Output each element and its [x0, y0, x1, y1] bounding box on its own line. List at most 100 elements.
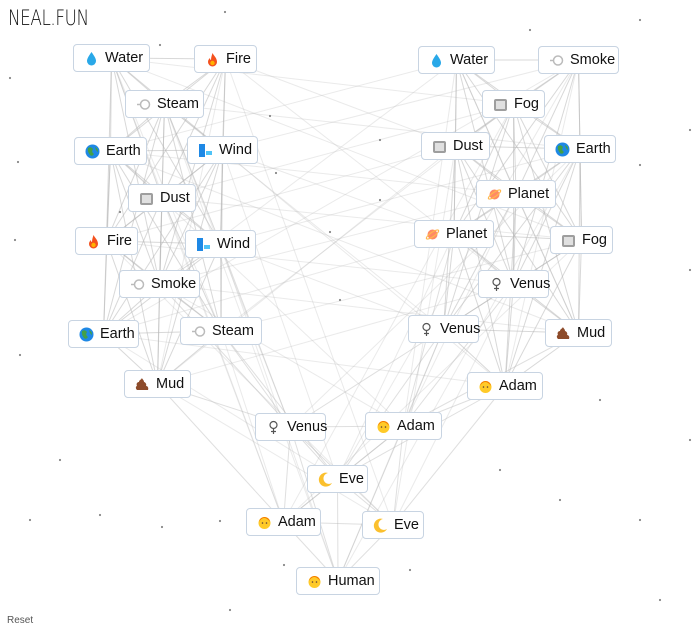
element-fire[interactable]: Fire	[75, 227, 138, 255]
element-smoke[interactable]: Smoke	[538, 46, 619, 74]
person-face-icon	[308, 575, 321, 588]
venus-symbol-icon	[269, 420, 278, 434]
element-adam[interactable]: Adam	[467, 372, 543, 400]
element-label: Water	[105, 50, 144, 66]
element-adam[interactable]: Adam	[365, 412, 442, 440]
element-dust[interactable]: Dust	[128, 184, 196, 212]
element-dust[interactable]: Dust	[421, 132, 490, 160]
element-label: Fire	[226, 51, 251, 67]
connection-line	[225, 58, 514, 285]
element-label: Mud	[156, 376, 185, 392]
water-drop-icon	[432, 53, 441, 67]
element-venus[interactable]: Venus	[255, 413, 328, 441]
element-mud[interactable]: Mud	[124, 370, 191, 398]
element-label: Fog	[514, 96, 539, 112]
crescent-moon-icon	[318, 472, 332, 487]
person-face-icon	[479, 380, 492, 393]
element-label: Adam	[278, 514, 316, 530]
element-label: Adam	[499, 378, 537, 394]
star-dot	[528, 28, 532, 32]
mud-icon	[556, 326, 570, 339]
dust-icon	[562, 234, 575, 247]
element-label: Earth	[576, 141, 611, 157]
element-label: Venus	[510, 276, 551, 292]
element-label: Eve	[339, 471, 364, 487]
mud-icon	[135, 377, 149, 390]
venus-symbol-icon	[422, 322, 431, 336]
element-adam[interactable]: Adam	[246, 508, 321, 536]
neal-fun-logo[interactable]: NEAL.FUN	[8, 6, 89, 30]
element-mud[interactable]: Mud	[545, 319, 612, 347]
water-drop-icon	[87, 51, 96, 65]
star-dot	[218, 519, 222, 523]
star-dot	[98, 513, 102, 517]
connection-line	[337, 478, 339, 582]
element-label: Adam	[397, 418, 435, 434]
element-label: Fog	[582, 232, 607, 248]
element-label: Venus	[287, 419, 328, 435]
planet-icon	[425, 228, 440, 240]
star-dot	[282, 563, 286, 567]
earth-globe-icon	[555, 142, 570, 156]
element-steam[interactable]: Steam	[125, 90, 204, 118]
element-earth[interactable]: Earth	[68, 320, 139, 348]
element-label: Earth	[106, 143, 141, 159]
element-label: Venus	[440, 321, 481, 337]
element-wind[interactable]: Wind	[187, 136, 258, 164]
element-eve[interactable]: Eve	[362, 511, 424, 539]
element-venus[interactable]: Venus	[478, 270, 551, 298]
element-smoke[interactable]: Smoke	[119, 270, 200, 298]
element-fire[interactable]: Fire	[194, 45, 257, 73]
person-face-icon	[258, 516, 271, 529]
reset-button[interactable]: Reset	[7, 615, 33, 626]
element-water[interactable]: Water	[418, 46, 495, 74]
element-fog[interactable]: Fog	[482, 90, 545, 118]
star-dot	[688, 128, 692, 132]
element-planet[interactable]: Planet	[476, 180, 556, 208]
element-label: Planet	[508, 186, 550, 202]
star-dot	[558, 498, 562, 502]
star-dot	[598, 398, 602, 402]
earth-globe-icon	[79, 327, 94, 341]
steam-icon	[137, 98, 151, 110]
star-dot	[28, 518, 32, 522]
connection-line	[392, 385, 506, 526]
element-wind[interactable]: Wind	[185, 230, 256, 258]
star-dot	[498, 468, 502, 472]
star-dot	[274, 171, 278, 175]
fire-icon	[208, 52, 217, 66]
planet-icon	[487, 188, 502, 200]
element-fog[interactable]: Fog	[550, 226, 613, 254]
star-dot	[638, 163, 642, 167]
star-dot	[18, 353, 22, 357]
element-label: Steam	[212, 323, 254, 339]
star-dot	[658, 598, 662, 602]
connection-lines	[8, 10, 692, 612]
element-label: Earth	[100, 326, 135, 342]
dust-icon	[494, 98, 507, 111]
wind-icon	[197, 237, 210, 251]
element-label: Smoke	[570, 52, 616, 68]
star-dot	[638, 18, 642, 22]
venus-symbol-icon	[492, 277, 501, 291]
element-eve[interactable]: Eve	[307, 465, 368, 493]
element-steam[interactable]: Steam	[180, 317, 262, 345]
element-human[interactable]: Human	[296, 567, 380, 595]
element-water[interactable]: Water	[73, 44, 150, 72]
element-label: Eve	[394, 517, 419, 533]
element-label: Dust	[160, 190, 190, 206]
star-dot	[58, 458, 62, 462]
star-dot	[158, 43, 162, 47]
star-dot	[338, 298, 342, 302]
element-venus[interactable]: Venus	[408, 315, 481, 343]
star-dot	[228, 608, 232, 612]
star-dot	[8, 76, 12, 80]
star-dot	[378, 138, 382, 142]
fire-icon	[89, 234, 98, 248]
element-earth[interactable]: Earth	[544, 135, 616, 163]
dust-icon	[433, 140, 446, 153]
element-planet[interactable]: Planet	[414, 220, 494, 248]
element-earth[interactable]: Earth	[74, 137, 147, 165]
steam-icon	[131, 278, 145, 290]
element-label: Smoke	[151, 276, 197, 292]
